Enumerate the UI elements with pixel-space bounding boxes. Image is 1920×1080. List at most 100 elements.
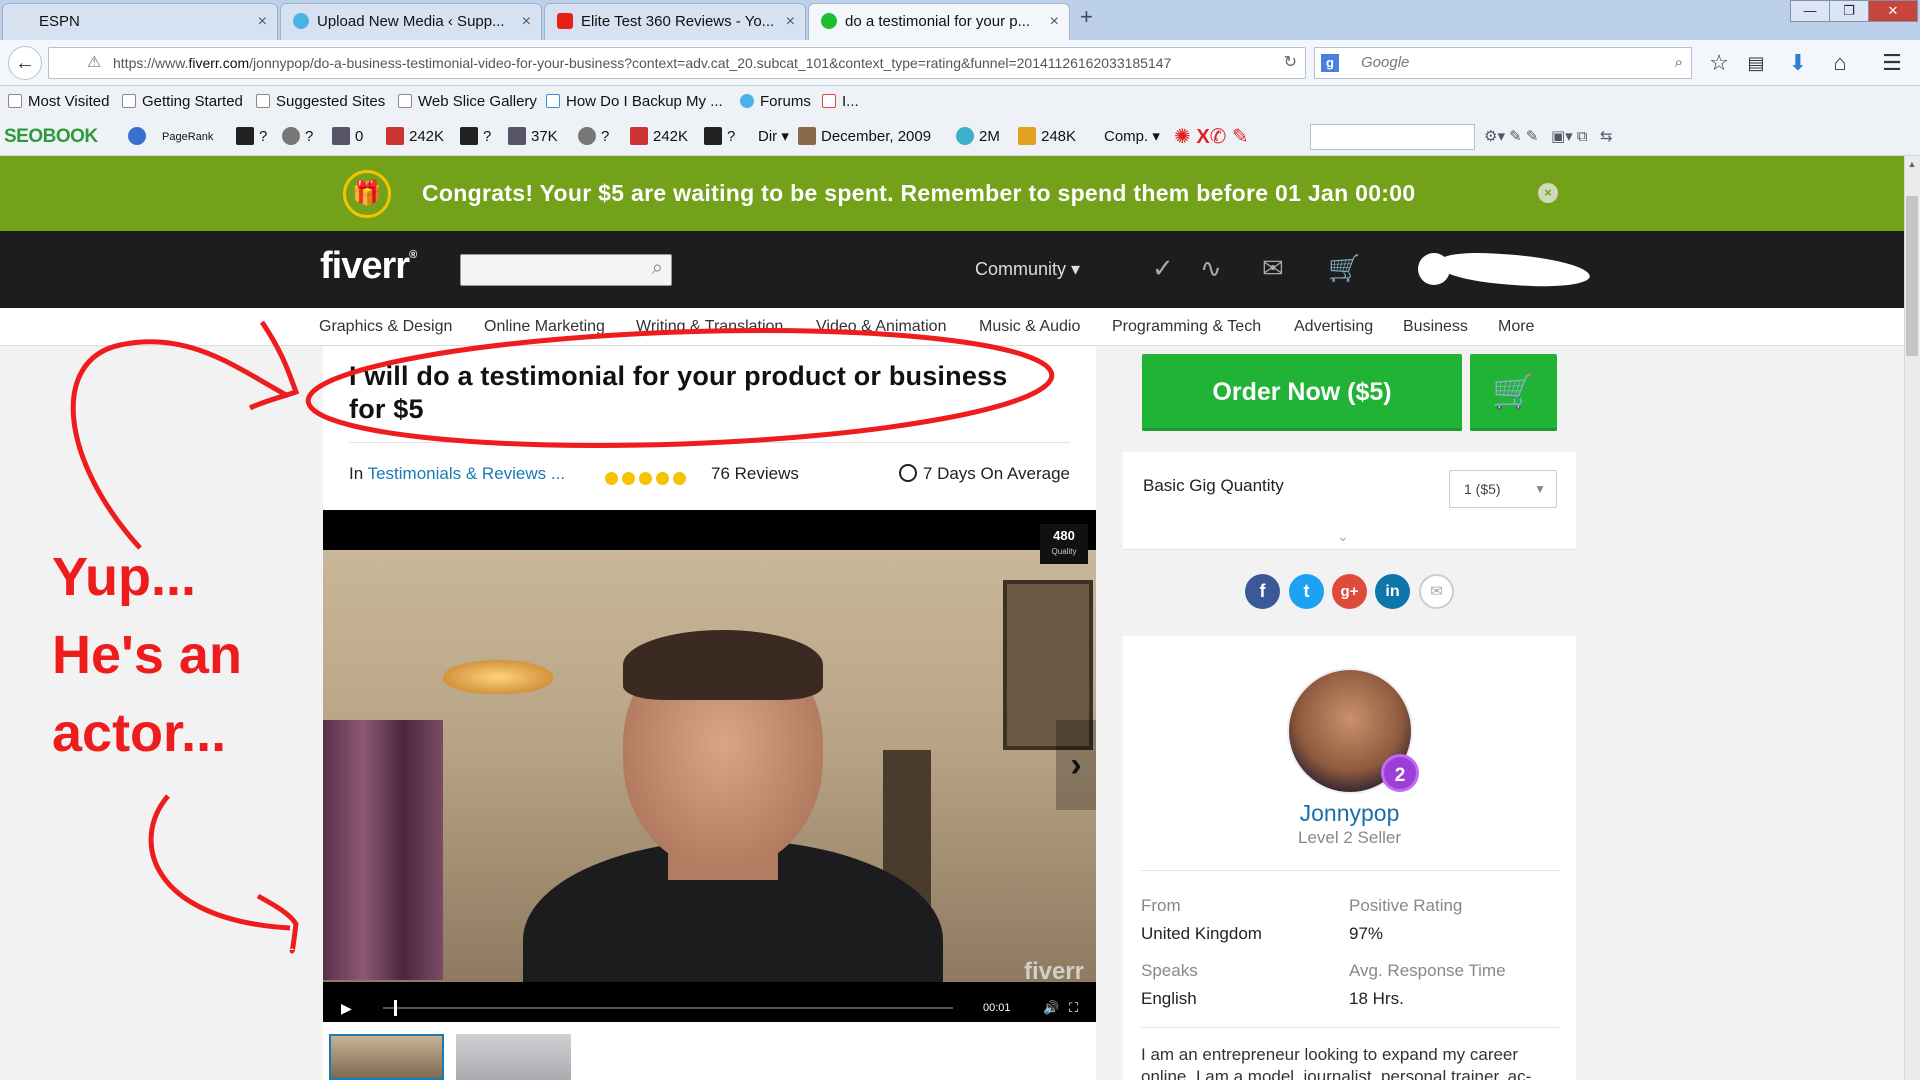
- site-search-input[interactable]: ⌕: [460, 254, 672, 286]
- window-close-button[interactable]: ✕: [1868, 0, 1918, 22]
- activity-icon[interactable]: ∿: [1200, 253, 1222, 284]
- seo-stat[interactable]: ?: [578, 118, 609, 156]
- search-bar[interactable]: g Google ⌕: [1314, 47, 1692, 79]
- seo-stat[interactable]: ?: [236, 118, 267, 156]
- seo-value: 248K: [1041, 128, 1077, 145]
- url-bar[interactable]: ⚠ https://www.fiverr.com/jonnypop/do-a-b…: [48, 47, 1306, 79]
- download-icon[interactable]: ⬇: [1784, 48, 1812, 78]
- email-share-icon[interactable]: ✉: [1419, 574, 1454, 609]
- twitter-icon[interactable]: t: [1289, 574, 1324, 609]
- bookmark-suggested-sites[interactable]: Suggested Sites: [256, 86, 385, 118]
- misc-toolbar-icons-right[interactable]: ⚙▾ ✎ ✎ ▣▾ ⧉ ⇆: [1484, 118, 1613, 156]
- pagerank-widget[interactable]: PageRank: [162, 118, 213, 156]
- back-arrow-icon[interactable]: ←: [8, 46, 42, 80]
- bookmark-forums[interactable]: Forums: [740, 86, 811, 118]
- cat-music-audio[interactable]: Music & Audio: [979, 308, 1080, 346]
- seo-value: 242K: [653, 128, 689, 145]
- checkmark-icon[interactable]: ✓: [1152, 253, 1174, 284]
- cat-business[interactable]: Business: [1403, 308, 1468, 346]
- cart-icon[interactable]: 🛒: [1328, 253, 1360, 284]
- volume-icon[interactable]: 🔊: [1043, 994, 1059, 1022]
- tab-fiverr-testimonial[interactable]: do a testimonial for your p... ×: [808, 3, 1070, 40]
- cat-more[interactable]: More: [1498, 308, 1534, 346]
- scrollbar-thumb[interactable]: [1906, 196, 1918, 356]
- promo-close-icon[interactable]: ×: [1538, 183, 1558, 203]
- bookmark-getting-started[interactable]: Getting Started: [122, 86, 243, 118]
- wordpress-favicon-icon: [293, 13, 309, 29]
- cat-video-animation[interactable]: Video & Animation: [816, 308, 946, 346]
- misc-toolbar-icons[interactable]: ✺ X✆ ✎: [1174, 118, 1249, 156]
- tab-elite-test[interactable]: Elite Test 360 Reviews - Yo... ×: [544, 3, 806, 40]
- quality-badge[interactable]: 480 Quality: [1040, 524, 1088, 564]
- seo-stat[interactable]: ?: [282, 118, 313, 156]
- google-plus-icon[interactable]: g+: [1332, 574, 1367, 609]
- add-to-cart-button[interactable]: 🛒: [1470, 354, 1557, 431]
- quantity-select[interactable]: 1 ($5) ▼: [1449, 470, 1557, 508]
- tab-upload-media[interactable]: Upload New Media ‹ Supp... ×: [280, 3, 542, 40]
- video-progress-bar[interactable]: [383, 1000, 953, 1016]
- tab-close-icon[interactable]: ×: [258, 4, 267, 40]
- play-icon[interactable]: ▶: [341, 994, 352, 1022]
- tab-close-icon[interactable]: ×: [786, 4, 795, 40]
- dir-dropdown[interactable]: Dir ▾: [758, 118, 789, 156]
- seo-stat[interactable]: 2M: [956, 118, 1000, 156]
- expand-chevron-icon[interactable]: ⌄: [1337, 528, 1349, 545]
- bookmark-star-icon[interactable]: ☆: [1705, 48, 1733, 78]
- search-icon[interactable]: ⌕: [1675, 48, 1683, 78]
- cat-online-marketing[interactable]: Online Marketing: [484, 308, 605, 346]
- review-count[interactable]: 76 Reviews: [711, 462, 799, 486]
- seo-search-input[interactable]: [1310, 124, 1475, 150]
- reading-list-icon[interactable]: ▤: [1742, 48, 1770, 78]
- new-tab-button[interactable]: +: [1080, 4, 1093, 30]
- window-minimize-button[interactable]: —: [1790, 0, 1830, 22]
- category-link[interactable]: Testimonials & Reviews ...: [368, 464, 565, 483]
- star-icon: [656, 472, 669, 485]
- seo-stat[interactable]: ?: [704, 118, 735, 156]
- archive-date[interactable]: December, 2009: [798, 118, 931, 156]
- next-slide-arrow-icon[interactable]: ›: [1056, 720, 1096, 810]
- progress-handle[interactable]: [394, 1000, 398, 1016]
- tab-close-icon[interactable]: ×: [1050, 4, 1059, 40]
- seo-stat[interactable]: 248K: [1018, 118, 1076, 156]
- mail-icon[interactable]: ✉: [1262, 253, 1284, 284]
- window-maximize-button[interactable]: ❐: [1829, 0, 1869, 22]
- order-now-button[interactable]: Order Now ($5): [1142, 354, 1462, 431]
- seo-stat[interactable]: ?: [460, 118, 491, 156]
- bookmark-backup[interactable]: How Do I Backup My ...: [546, 86, 723, 118]
- bookmark-web-slice-gallery[interactable]: Web Slice Gallery: [398, 86, 537, 118]
- menu-icon[interactable]: ☰: [1878, 48, 1906, 78]
- seller-card: 2 Jonnypop Level 2 Seller From United Ki…: [1123, 636, 1576, 1080]
- info-icon[interactable]: [128, 118, 151, 156]
- tab-close-icon[interactable]: ×: [522, 4, 531, 40]
- seobook-logo[interactable]: SEOBOOK: [4, 118, 98, 156]
- seller-name[interactable]: Jonnypop: [1123, 800, 1576, 827]
- b-icon: [704, 127, 722, 145]
- cat-graphics-design[interactable]: Graphics & Design: [319, 308, 452, 346]
- gmail-icon: [822, 94, 836, 108]
- search-icon[interactable]: ⌕: [652, 257, 663, 280]
- facebook-icon[interactable]: f: [1245, 574, 1280, 609]
- home-icon[interactable]: ⌂: [1826, 48, 1854, 78]
- gallery-thumbnail[interactable]: [329, 1034, 444, 1080]
- fiverr-logo[interactable]: fiverr®: [320, 245, 417, 288]
- bookmark-label: Web Slice Gallery: [418, 93, 537, 110]
- fullscreen-icon[interactable]: ⛶: [1069, 994, 1078, 1022]
- linkedin-icon[interactable]: in: [1375, 574, 1410, 609]
- seo-stat[interactable]: 242K: [386, 118, 444, 156]
- seo-stat[interactable]: 0: [332, 118, 363, 156]
- scroll-up-arrow-icon[interactable]: ▲: [1904, 156, 1920, 172]
- bookmark-most-visited[interactable]: Most Visited: [8, 86, 109, 118]
- video-player[interactable]: 480 Quality › fiverr ▶ 00:01 🔊 ⛶: [323, 510, 1096, 1022]
- seo-stat[interactable]: 242K: [630, 118, 688, 156]
- gallery-thumbnail[interactable]: [456, 1034, 571, 1080]
- reload-icon[interactable]: ↻: [1284, 48, 1297, 78]
- tab-espn[interactable]: ESPN ×: [2, 3, 278, 40]
- cat-advertising[interactable]: Advertising: [1294, 308, 1373, 346]
- cat-writing-translation[interactable]: Writing & Translation: [636, 308, 783, 346]
- seo-stat[interactable]: 37K: [508, 118, 558, 156]
- comp-dropdown[interactable]: Comp. ▾: [1104, 118, 1160, 156]
- community-menu[interactable]: Community ▾: [975, 231, 1080, 308]
- folder-icon: [8, 94, 22, 108]
- cat-programming-tech[interactable]: Programming & Tech: [1112, 308, 1261, 346]
- bookmark-inbox[interactable]: I...: [822, 86, 859, 118]
